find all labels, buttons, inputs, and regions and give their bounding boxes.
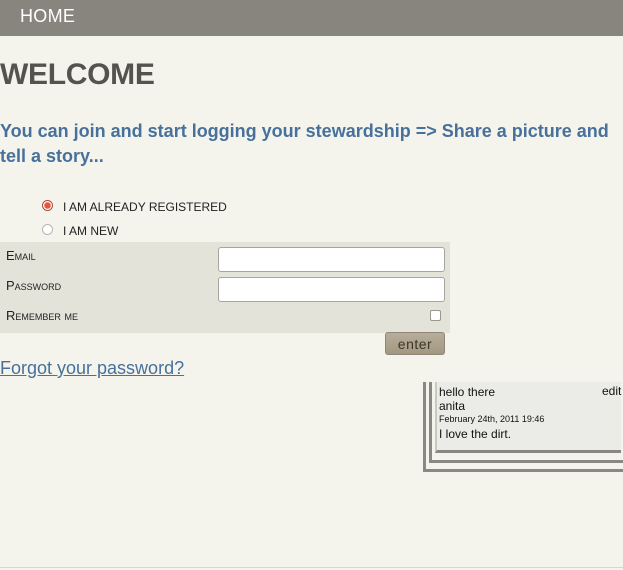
radio-label-registered: I AM ALREADY REGISTERED <box>63 200 227 214</box>
note-title: hello there <box>439 385 496 399</box>
password-field[interactable] <box>218 277 445 302</box>
remember-me-checkbox[interactable] <box>430 310 441 321</box>
note-author: anita <box>439 399 466 413</box>
radio-button-icon[interactable] <box>42 223 53 235</box>
password-label: Password <box>6 278 62 293</box>
note-edit-link[interactable]: edit <box>602 384 621 398</box>
email-field[interactable] <box>218 247 445 272</box>
top-nav-bar: HOME <box>0 0 623 36</box>
footer-divider <box>0 567 623 568</box>
email-label: Email <box>6 248 36 263</box>
page-title: WELCOME <box>0 58 155 91</box>
remember-me-label: Remember me <box>6 308 79 323</box>
story-note-card: hello there edit anita February 24th, 20… <box>435 382 621 453</box>
page-tagline: You can join and start logging your stew… <box>0 121 609 166</box>
radio-label-new: I AM NEW <box>63 224 119 238</box>
enter-button[interactable]: enter <box>385 332 445 355</box>
radio-new-user[interactable]: I AM NEW <box>42 223 119 238</box>
note-date: February 24th, 2011 19:46 <box>439 414 545 424</box>
login-form: Email Password Remember me <box>0 242 450 333</box>
radio-already-registered[interactable]: I AM ALREADY REGISTERED <box>42 199 227 214</box>
home-link[interactable]: HOME <box>20 6 75 27</box>
forgot-password-link[interactable]: Forgot your password? <box>0 358 184 379</box>
radio-button-selected-icon[interactable] <box>42 199 53 211</box>
note-body: I love the dirt. <box>439 427 512 441</box>
